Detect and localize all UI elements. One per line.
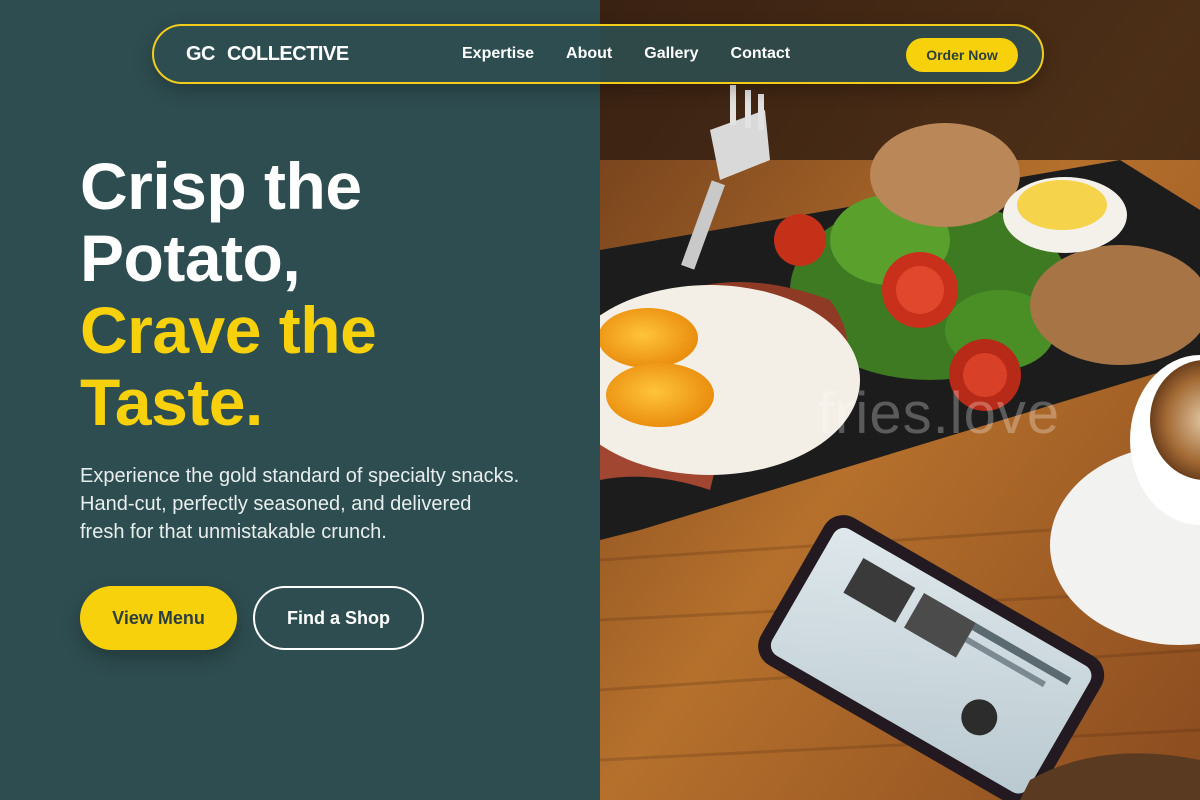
nav-link-expertise[interactable]: Expertise [462, 45, 534, 63]
view-menu-button[interactable]: View Menu [80, 586, 237, 650]
landing-page: fries.love GC COLLECTIVE Expertise About… [0, 0, 1200, 800]
nav-link-contact[interactable]: Contact [731, 45, 791, 63]
hero-description-line-2: Hand-cut, perfectly seasoned, and delive… [80, 493, 472, 515]
nav-links: Expertise About Gallery Contact [462, 26, 790, 82]
hero-title: Crisp the Potato, Crave the Taste. [80, 149, 377, 439]
hero-title-line-1: Crisp the [80, 149, 362, 223]
hero-description: Experience the gold standard of specialt… [80, 462, 540, 546]
watermark-text: fries.love [818, 381, 1061, 446]
brand-logo[interactable]: GC COLLECTIVE [186, 26, 349, 82]
hero-description-line-3: fresh for that unmistakable crunch. [80, 521, 387, 543]
nav-link-about[interactable]: About [566, 45, 612, 63]
hero-title-accent-line-1: Crave the [80, 293, 377, 367]
order-now-button[interactable]: Order Now [906, 38, 1018, 72]
find-a-shop-button[interactable]: Find a Shop [253, 586, 424, 650]
brand-initials: GC [186, 42, 216, 65]
brand-name: COLLECTIVE [227, 42, 349, 65]
nav-link-gallery[interactable]: Gallery [644, 45, 698, 63]
top-navbar: GC COLLECTIVE Expertise About Gallery Co… [152, 24, 1044, 84]
hero-title-accent-line-2: Taste. [80, 365, 263, 439]
hero-title-line-2: Potato, [80, 221, 301, 295]
bread-roll [870, 123, 1020, 227]
hero-description-line-1: Experience the gold standard of specialt… [80, 465, 520, 487]
